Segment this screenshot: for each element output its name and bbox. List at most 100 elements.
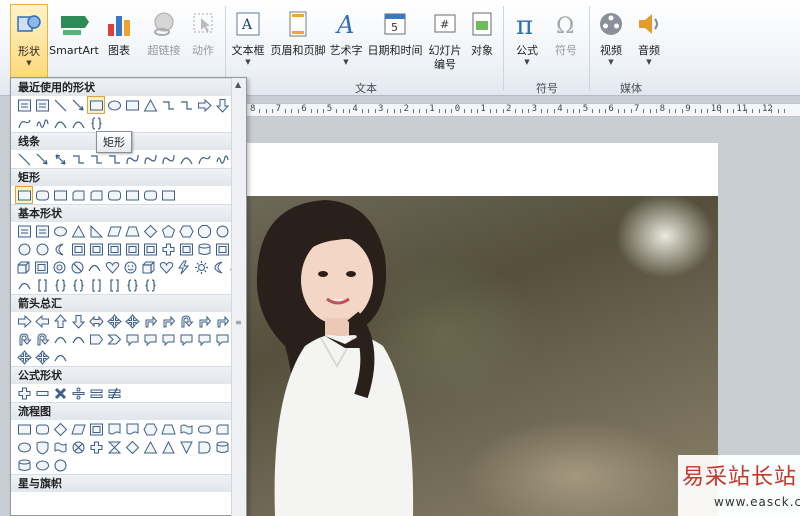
rect-shape-icon[interactable] — [15, 420, 33, 438]
diamond-shape-icon[interactable] — [141, 222, 159, 240]
line-shape-icon[interactable] — [15, 150, 33, 168]
brace-shape-icon[interactable] — [123, 276, 141, 294]
frame-shape-icon[interactable] — [105, 240, 123, 258]
action-button[interactable]: 动作 — [186, 4, 220, 78]
callout-shape-icon[interactable] — [195, 330, 213, 348]
oval-shape-icon[interactable] — [105, 96, 123, 114]
text-shape-icon[interactable] — [33, 222, 51, 240]
sel-shape-icon[interactable] — [15, 186, 33, 204]
shield-shape-icon[interactable] — [33, 438, 51, 456]
line-shape-icon[interactable] — [51, 96, 69, 114]
scroll-grip-icon[interactable]: ≡ — [235, 318, 242, 327]
smartart-button[interactable]: SmartArt — [49, 4, 99, 78]
merge-shape-icon[interactable] — [177, 438, 195, 456]
callout-shape-icon[interactable] — [177, 330, 195, 348]
scribble-shape-icon[interactable] — [213, 150, 231, 168]
slide-photo[interactable] — [245, 196, 718, 516]
rect-shape-icon[interactable] — [123, 186, 141, 204]
cube-shape-icon[interactable] — [15, 258, 33, 276]
arrowline-shape-icon[interactable] — [33, 150, 51, 168]
text-shape-icon[interactable] — [33, 96, 51, 114]
bent-shape-icon[interactable] — [141, 312, 159, 330]
diamond-shape-icon[interactable] — [123, 438, 141, 456]
tri-shape-icon[interactable] — [69, 222, 87, 240]
audio-button[interactable]: 音频 ▼ — [632, 4, 666, 78]
noteq-shape-icon[interactable] — [105, 384, 123, 402]
symbol-button[interactable]: Ω 符号 — [549, 4, 583, 78]
datetime-button[interactable]: 5 日期和时间 — [366, 4, 424, 78]
tri-shape-icon[interactable] — [141, 438, 159, 456]
text-shape-icon[interactable] — [15, 222, 33, 240]
nosym-shape-icon[interactable] — [68, 258, 86, 276]
scribble-shape-icon[interactable] — [33, 114, 51, 132]
frame-shape-icon[interactable] — [141, 240, 159, 258]
rect-shape-icon[interactable] — [51, 186, 69, 204]
brace-shape-icon[interactable] — [141, 276, 159, 294]
quad-shape-icon[interactable] — [123, 312, 141, 330]
cyl-shape-icon[interactable] — [195, 240, 213, 258]
callout-shape-icon[interactable] — [141, 330, 159, 348]
callout-shape-icon[interactable] — [159, 330, 177, 348]
equal-shape-icon[interactable] — [87, 384, 105, 402]
plus-shape-icon[interactable] — [159, 240, 177, 258]
rarrow-shape-icon[interactable] — [195, 96, 213, 114]
shapes-button[interactable]: 形状 ▼ — [10, 4, 48, 78]
bent-shape-icon[interactable] — [159, 312, 177, 330]
plus-shape-icon[interactable] — [15, 384, 33, 402]
curve-shape-icon[interactable] — [177, 150, 195, 168]
sun-shape-icon[interactable] — [193, 258, 211, 276]
brace-shape-icon[interactable] — [69, 276, 87, 294]
curve-shape-icon[interactable] — [69, 114, 87, 132]
uturn-shape-icon[interactable] — [177, 312, 195, 330]
oct-shape-icon[interactable] — [195, 222, 213, 240]
doc-shape-icon[interactable] — [123, 420, 141, 438]
donut-shape-icon[interactable] — [51, 258, 69, 276]
sel-shape-icon[interactable] — [87, 96, 105, 114]
hyperlink-button[interactable]: 超链接 — [144, 4, 184, 78]
quad-shape-icon[interactable] — [15, 348, 33, 366]
curve-shape-icon[interactable] — [51, 114, 69, 132]
wordart-button[interactable]: A 艺术字 ▼ — [328, 4, 364, 78]
heart-shape-icon[interactable] — [157, 258, 175, 276]
frame-shape-icon[interactable] — [87, 240, 105, 258]
scurve-shape-icon[interactable] — [159, 150, 177, 168]
extract-shape-icon[interactable] — [159, 438, 177, 456]
pent-shape-icon[interactable] — [159, 222, 177, 240]
oval-shape-icon[interactable] — [33, 456, 51, 474]
arc-shape-icon[interactable] — [51, 330, 69, 348]
arrowline-shape-icon[interactable] — [69, 96, 87, 114]
smile-shape-icon[interactable] — [122, 258, 140, 276]
scroll-up-icon[interactable]: ▲ — [235, 80, 241, 89]
plus-shape-icon[interactable] — [87, 438, 105, 456]
textbox-button[interactable]: A 文本框 ▼ — [229, 4, 267, 78]
larrow-shape-icon[interactable] — [33, 312, 51, 330]
cyl-shape-icon[interactable] — [213, 438, 231, 456]
bent-shape-icon[interactable] — [195, 312, 213, 330]
circle-shape-icon[interactable] — [213, 222, 231, 240]
minus-shape-icon[interactable] — [33, 384, 51, 402]
text-shape-icon[interactable] — [15, 96, 33, 114]
elbow-shape-icon[interactable] — [69, 150, 87, 168]
rrect-shape-icon[interactable] — [33, 420, 51, 438]
frame-shape-icon[interactable] — [213, 240, 231, 258]
xcircle-shape-icon[interactable] — [69, 438, 87, 456]
moon-shape-icon[interactable] — [51, 240, 69, 258]
tape-shape-icon[interactable] — [177, 420, 195, 438]
bracket-shape-icon[interactable] — [33, 276, 51, 294]
arc-shape-icon[interactable] — [69, 330, 87, 348]
tape-shape-icon[interactable] — [51, 438, 69, 456]
slide-number-button[interactable]: # 幻灯片 编号 — [425, 4, 465, 78]
bracket-shape-icon[interactable] — [105, 276, 123, 294]
rarrow-shape-icon[interactable] — [15, 312, 33, 330]
divide-shape-icon[interactable] — [69, 384, 87, 402]
diamond-shape-icon[interactable] — [51, 420, 69, 438]
heart-shape-icon[interactable] — [104, 258, 122, 276]
circle-shape-icon[interactable] — [51, 456, 69, 474]
header-footer-button[interactable]: 页眉和页脚 — [268, 4, 328, 78]
video-button[interactable]: 视频 ▼ — [594, 4, 628, 78]
tri-shape-icon[interactable] — [141, 96, 159, 114]
slide-canvas[interactable] — [245, 143, 718, 516]
chevron-shape-icon[interactable] — [105, 330, 123, 348]
quad-shape-icon[interactable] — [33, 348, 51, 366]
hex-shape-icon[interactable] — [177, 222, 195, 240]
